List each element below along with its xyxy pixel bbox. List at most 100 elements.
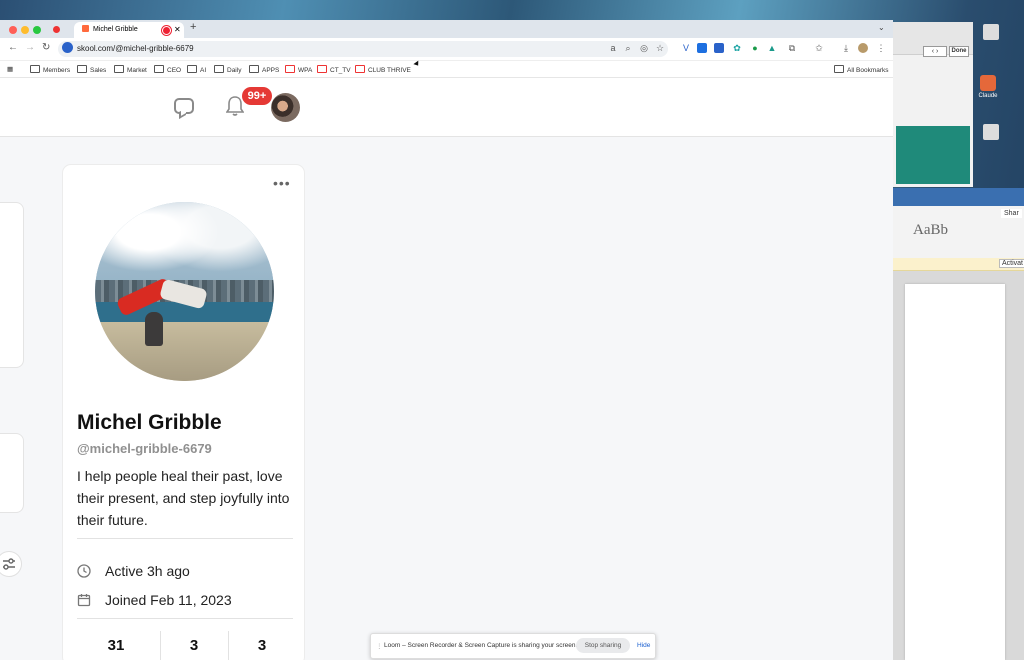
tab-michel-gribble[interactable]: Michel Gribble ✕ [74,22,184,38]
word-activate-button[interactable]: Activat [999,259,1024,268]
extension-green-icon[interactable]: ● [750,43,760,53]
maximize-window-icon[interactable] [33,26,41,34]
browser-toolbar: ← → ↻ skool.com/@michel-gribble-6679 a ⌕… [0,38,893,61]
profile-photo [95,202,274,381]
translate-icon[interactable]: a [608,43,618,53]
bookmark-ceo[interactable]: CEO [154,65,181,74]
folder-icon [214,65,224,73]
loom-message: Loom – Screen Recorder & Screen Capture … [384,642,578,649]
profile-icon[interactable] [858,43,868,53]
filter-sliders-icon[interactable] [0,551,22,577]
left-side-card [0,433,24,513]
folder-icon [154,65,164,73]
profile-card: ••• Michel Gribble @michel-gribble-6679 … [63,165,304,660]
bookmark-market[interactable]: Market [114,65,147,74]
divider [77,618,293,619]
bell-icon[interactable] [226,95,244,117]
divider [77,538,293,539]
site-icon [355,65,365,73]
folder-icon [77,65,87,73]
close-tab-icon[interactable]: ✕ [174,22,181,38]
site-header: 99+ [0,79,893,137]
background-word-window: Shar AaBb Activat [893,188,1024,660]
site-info-icon[interactable] [62,42,73,53]
tab-bar: Michel Gribble ✕ + ⌄ [0,20,893,38]
stat-followers[interactable]: 3 [174,637,214,654]
extension-v-icon[interactable]: V [681,43,691,53]
preview-done-button[interactable]: Done [949,46,969,57]
close-window-icon[interactable] [9,26,17,34]
all-bookmarks[interactable]: All Bookmarks [834,65,889,74]
page-nav-arrows[interactable]: ‹ › [923,46,947,57]
desktop-claude-icon[interactable]: Claude [973,75,1003,99]
download-icon[interactable]: ⤓ [841,43,851,53]
reload-icon[interactable]: ↻ [42,42,50,53]
calendar-icon [77,594,91,607]
profile-name: Michel Gribble [77,411,222,434]
browser-window: Michel Gribble ✕ + ⌄ ← → ↻ skool.com/@mi… [0,20,893,660]
folder-icon [249,65,259,73]
bookmark-sales[interactable]: Sales [77,65,106,74]
bookmark-star-icon[interactable]: ☆ [655,43,665,53]
zoom-icon[interactable]: ⌕ [623,43,633,53]
user-avatar[interactable] [271,93,300,122]
joined-date: Joined Feb 11, 2023 [77,592,232,608]
tab-recording-icon [162,26,171,35]
menu-icon[interactable]: ⋮ [876,43,886,53]
bookmark-apps[interactable]: APPS [249,65,279,74]
bookmark-wpa[interactable]: WPA [285,65,312,74]
bookmark-ct-tv[interactable]: CT_TV [317,65,351,74]
folder-icon [834,65,844,73]
hide-button[interactable]: Hide [637,642,650,649]
bookmark-daily[interactable]: Daily [214,65,241,74]
stop-sharing-button[interactable]: Stop sharing [576,638,630,653]
left-side-card [0,202,24,368]
extension-blue-icon[interactable] [697,43,707,53]
loom-sharing-bar: ⋮ Loom – Screen Recorder & Screen Captur… [370,633,656,659]
forward-icon[interactable]: → [25,42,35,53]
extension-box-icon[interactable] [714,43,724,53]
apps-grid-icon[interactable]: ▦ [7,65,13,73]
folder-icon [114,65,124,73]
skool-favicon-icon [82,25,89,32]
stat-separator [228,631,229,660]
sliders-icon [3,558,15,570]
drag-handle-icon[interactable]: ⋮ [376,642,383,650]
tab-search-icon[interactable]: ⌄ [878,23,885,32]
chat-icon[interactable] [174,98,194,114]
bookmark-members[interactable]: Members [30,65,70,74]
clock-icon [77,564,91,578]
bookmarks-icon[interactable]: ✩ [814,43,824,53]
eye-off-icon[interactable]: ◎ [639,43,649,53]
notification-badge[interactable]: 99+ [242,87,272,105]
bookmark-ai[interactable]: AI [187,65,206,74]
site-icon [285,65,295,73]
desktop-drive-icon[interactable] [976,24,1006,42]
stat-contributions[interactable]: 31 [96,637,136,654]
address-bar[interactable]: skool.com/@michel-gribble-6679 [58,41,668,57]
bookmark-club-thrive[interactable]: CLUB THRIVE [355,65,411,74]
word-share-button[interactable]: Shar [1001,209,1022,218]
back-icon[interactable]: ← [8,42,18,53]
background-preview-window: ‹ › Done [893,22,973,187]
bookmarks-bar: ▦ Members Sales Market CEO AI Daily APPS… [0,61,893,78]
active-status: Active 3h ago [77,563,190,579]
extensions-puzzle-icon[interactable]: ⧉ [787,43,797,53]
desktop-drive2-icon[interactable] [976,124,1006,142]
new-tab-icon[interactable]: + [190,21,196,33]
extension-gear-icon[interactable]: ✿ [732,43,742,53]
profile-handle: @michel-gribble-6679 [77,441,212,456]
word-style-sample[interactable]: AaBb [913,222,948,239]
stat-following[interactable]: 3 [242,637,282,654]
extension-drive-icon[interactable]: ▲ [767,43,777,53]
word-document-page [905,284,1005,660]
more-options-icon[interactable]: ••• [273,175,291,191]
page-content: 99+ ••• Michel Gribble @michel-gribble-6… [0,79,893,660]
profile-bio: I help people heal their past, love thei… [77,468,290,528]
folder-icon [30,65,40,73]
stat-separator [160,631,161,660]
recording-icon [53,26,60,33]
minimize-window-icon[interactable] [21,26,29,34]
folder-icon [187,65,197,73]
site-icon [317,65,327,73]
